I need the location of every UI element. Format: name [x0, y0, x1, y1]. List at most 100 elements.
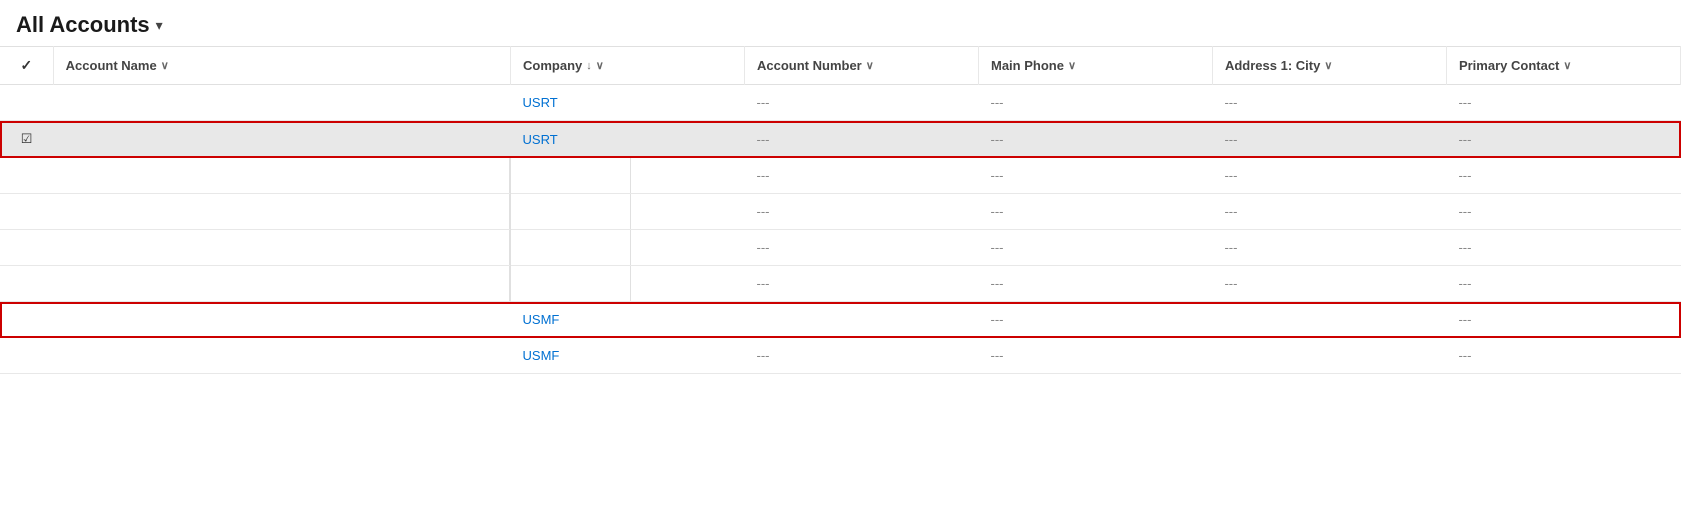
- table-header-row: ✓ Account Name ∨ Company ↓ ∨: [0, 47, 1681, 85]
- account-number-value: ---: [757, 168, 770, 183]
- table-row[interactable]: USRT --- --- --- ---: [0, 158, 1681, 194]
- company-link[interactable]: USRT: [523, 95, 558, 110]
- company-link[interactable]: USMF: [523, 312, 560, 327]
- cell-address-city: ---: [1212, 85, 1446, 121]
- col-company-label: Company: [523, 58, 582, 73]
- cell-primary-contact: ---: [1446, 230, 1680, 266]
- cell-company[interactable]: USRT: [511, 194, 745, 230]
- main-phone-value: ---: [990, 348, 1003, 363]
- col-main-phone[interactable]: Main Phone ∨: [978, 47, 1212, 85]
- col-address-city[interactable]: Address 1: City ∨: [1212, 47, 1446, 85]
- col-account-number-sort[interactable]: ∨: [866, 59, 874, 72]
- title-dropdown-icon[interactable]: ▾: [156, 17, 163, 34]
- cell-company[interactable]: USMF: [511, 338, 745, 374]
- cell-primary-contact: ---: [1446, 158, 1680, 194]
- col-address-city-sort[interactable]: ∨: [1324, 59, 1332, 72]
- primary-contact-value: ---: [1458, 204, 1471, 219]
- main-phone-value: ---: [990, 312, 1003, 327]
- row-checkbox[interactable]: [0, 85, 53, 121]
- table-row[interactable]: USMF------------: [0, 266, 1681, 302]
- cell-main-phone: ---: [978, 266, 1212, 302]
- cell-company[interactable]: USMF: [511, 302, 745, 338]
- cell-primary-contact: ---: [1446, 302, 1680, 338]
- primary-contact-value: ---: [1458, 348, 1471, 363]
- cell-primary-contact: ---: [1446, 85, 1680, 121]
- cell-account-name: [53, 302, 510, 338]
- cell-address-city: ---: [1212, 230, 1446, 266]
- cell-primary-contact: ---: [1446, 121, 1680, 158]
- accounts-table-container: ✓ Account Name ∨ Company ↓ ∨: [0, 46, 1681, 374]
- address-city-value: ---: [1224, 240, 1237, 255]
- col-primary-contact[interactable]: Primary Contact ∨: [1446, 47, 1680, 85]
- row-checkbox[interactable]: ☑: [0, 121, 53, 158]
- table-row[interactable]: USMF --- ---: [0, 302, 1681, 338]
- table-row[interactable]: USRT --- --- --- ---: [0, 85, 1681, 121]
- col-main-phone-label: Main Phone: [991, 58, 1064, 73]
- cell-address-city: ---: [1212, 158, 1446, 194]
- cell-main-phone: ---: [978, 85, 1212, 121]
- cell-main-phone: ---: [978, 338, 1212, 374]
- cell-company[interactable]: USRT: [511, 85, 745, 121]
- main-phone-value: ---: [990, 95, 1003, 110]
- cell-main-phone: ---: [978, 158, 1212, 194]
- cell-account-number: ---: [745, 338, 979, 374]
- table-row[interactable]: USMF --- --- --- ---: [0, 230, 1681, 266]
- table-row[interactable]: USMF --- --- ---: [0, 338, 1681, 374]
- checkbox-checked: ☑: [21, 131, 33, 146]
- main-phone-value: ---: [990, 204, 1003, 219]
- row-checkbox[interactable]: [0, 158, 53, 194]
- row-checkbox[interactable]: [0, 230, 53, 266]
- address-city-value: ---: [1224, 168, 1237, 183]
- cell-account-number: ---: [745, 85, 979, 121]
- cell-primary-contact: ---: [1446, 338, 1680, 374]
- cell-company[interactable]: USMF: [511, 266, 745, 302]
- cell-company[interactable]: USMF: [511, 230, 745, 266]
- address-city-value: ---: [1224, 204, 1237, 219]
- cell-account-number: ---: [745, 158, 979, 194]
- col-account-name-sort[interactable]: ∨: [161, 59, 169, 72]
- col-account-number[interactable]: Account Number ∨: [745, 47, 979, 85]
- row-checkbox[interactable]: [0, 194, 53, 230]
- primary-contact-value: ---: [1458, 168, 1471, 183]
- primary-contact-value: ---: [1458, 276, 1471, 291]
- cell-address-city: ---: [1212, 266, 1446, 302]
- col-primary-contact-label: Primary Contact: [1459, 58, 1559, 73]
- col-account-name[interactable]: Account Name ∨: [53, 47, 510, 85]
- col-company-sort-down[interactable]: ↓: [586, 60, 592, 72]
- primary-contact-value: ---: [1458, 312, 1471, 327]
- check-icon[interactable]: ✓: [20, 57, 32, 73]
- cell-account-name: [53, 158, 510, 194]
- cell-account-name: [53, 266, 510, 302]
- cell-company[interactable]: USRT: [511, 121, 745, 158]
- cell-main-phone: ---: [978, 194, 1212, 230]
- address-city-value: ---: [1224, 95, 1237, 110]
- account-number-value: ---: [757, 240, 770, 255]
- main-phone-value: ---: [990, 276, 1003, 291]
- row-checkbox[interactable]: [0, 266, 53, 302]
- table-row[interactable]: USRT------------: [0, 194, 1681, 230]
- company-link[interactable]: USRT: [523, 132, 558, 147]
- col-main-phone-sort[interactable]: ∨: [1068, 59, 1076, 72]
- primary-contact-value: ---: [1458, 240, 1471, 255]
- cell-account-number: [745, 302, 979, 338]
- main-phone-value: ---: [990, 240, 1003, 255]
- account-number-value: ---: [757, 348, 770, 363]
- col-company-sort[interactable]: ∨: [596, 59, 604, 72]
- table-row[interactable]: ☑USRT------------: [0, 121, 1681, 158]
- account-number-value: ---: [757, 132, 770, 147]
- row-checkbox[interactable]: [0, 338, 53, 374]
- col-company[interactable]: Company ↓ ∨: [511, 47, 745, 85]
- cell-account-number: ---: [745, 266, 979, 302]
- cell-main-phone: ---: [978, 302, 1212, 338]
- row-checkbox[interactable]: [0, 302, 53, 338]
- cell-account-number: ---: [745, 121, 979, 158]
- cell-main-phone: ---: [978, 121, 1212, 158]
- cell-main-phone: ---: [978, 230, 1212, 266]
- col-primary-contact-sort[interactable]: ∨: [1563, 59, 1571, 72]
- col-account-name-label: Account Name: [66, 58, 157, 73]
- col-check: ✓: [0, 47, 53, 85]
- company-link[interactable]: USMF: [523, 348, 560, 363]
- page-title: All Accounts: [16, 12, 150, 38]
- cell-address-city: [1212, 338, 1446, 374]
- cell-company[interactable]: USRT: [511, 158, 745, 194]
